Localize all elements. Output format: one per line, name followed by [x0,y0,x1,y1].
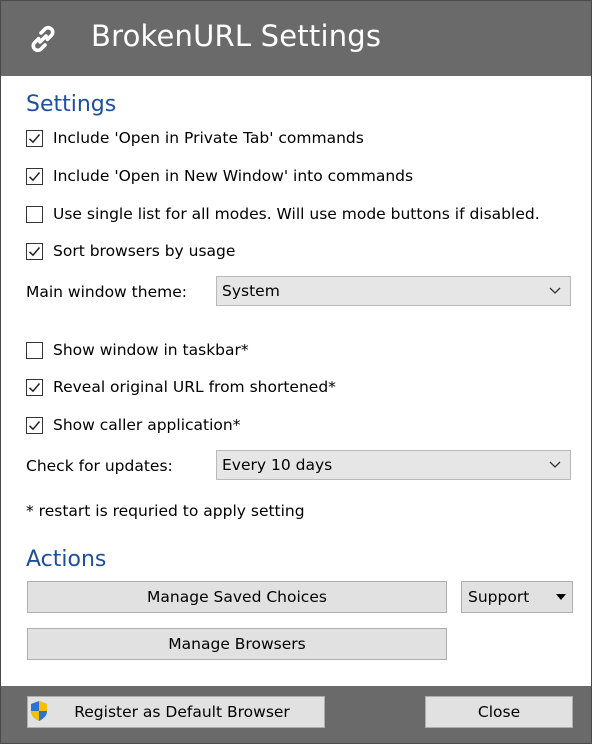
settings-heading: Settings [26,92,117,117]
window-title: BrokenURL Settings [91,19,382,53]
checkbox-checked[interactable] [26,378,43,396]
chain-link-icon [31,25,55,53]
support-dropdown-button[interactable]: Support [461,581,573,613]
checkbox-checked[interactable] [26,167,43,185]
register-label: Register as Default Browser [74,703,290,721]
settings-window: BrokenURL Settings Settings Include 'Ope… [0,0,592,744]
manage-browsers-button[interactable]: Manage Browsers [27,628,447,660]
checkbox-checked[interactable] [26,129,43,147]
checkbox-unchecked[interactable] [26,205,43,223]
updates-label: Check for updates: [26,457,173,475]
option-show-caller[interactable]: Show caller application* [26,414,240,436]
option-new-window[interactable]: Include 'Open in New Window' into comman… [26,165,413,187]
uac-shield-icon [31,701,47,721]
option-sort-browsers[interactable]: Sort browsers by usage [26,240,235,262]
option-label: Include 'Open in Private Tab' commands [53,129,364,147]
triangle-down-icon [550,594,572,600]
theme-value: System [222,282,280,300]
actions-heading: Actions [26,547,107,572]
checkbox-checked[interactable] [26,416,43,434]
option-show-taskbar[interactable]: Show window in taskbar* [26,339,249,361]
register-default-browser-button[interactable]: Register as Default Browser [27,696,325,728]
support-label: Support [468,588,530,606]
option-label: Reveal original URL from shortened* [53,378,336,396]
restart-note: * restart is requried to apply setting [26,502,305,520]
chevron-down-icon [540,287,570,295]
manage-saved-choices-button[interactable]: Manage Saved Choices [27,581,447,613]
option-label: Show caller application* [53,416,241,434]
updates-select[interactable]: Every 10 days [216,450,571,480]
option-single-list[interactable]: Use single list for all modes. Will use … [26,203,540,225]
theme-label: Main window theme: [26,283,187,301]
option-label: Show window in taskbar* [53,341,249,359]
option-label: Use single list for all modes. Will use … [53,205,540,223]
chevron-down-icon [540,461,570,469]
close-button[interactable]: Close [425,696,573,728]
option-reveal-url[interactable]: Reveal original URL from shortened* [26,376,336,398]
updates-value: Every 10 days [222,456,333,474]
option-label: Include 'Open in New Window' into comman… [53,167,414,185]
theme-select[interactable]: System [216,276,571,306]
checkbox-unchecked[interactable] [26,341,43,359]
option-private-tab[interactable]: Include 'Open in Private Tab' commands [26,127,364,149]
title-bar: BrokenURL Settings [1,1,591,76]
option-label: Sort browsers by usage [53,242,236,260]
checkbox-checked[interactable] [26,242,43,260]
